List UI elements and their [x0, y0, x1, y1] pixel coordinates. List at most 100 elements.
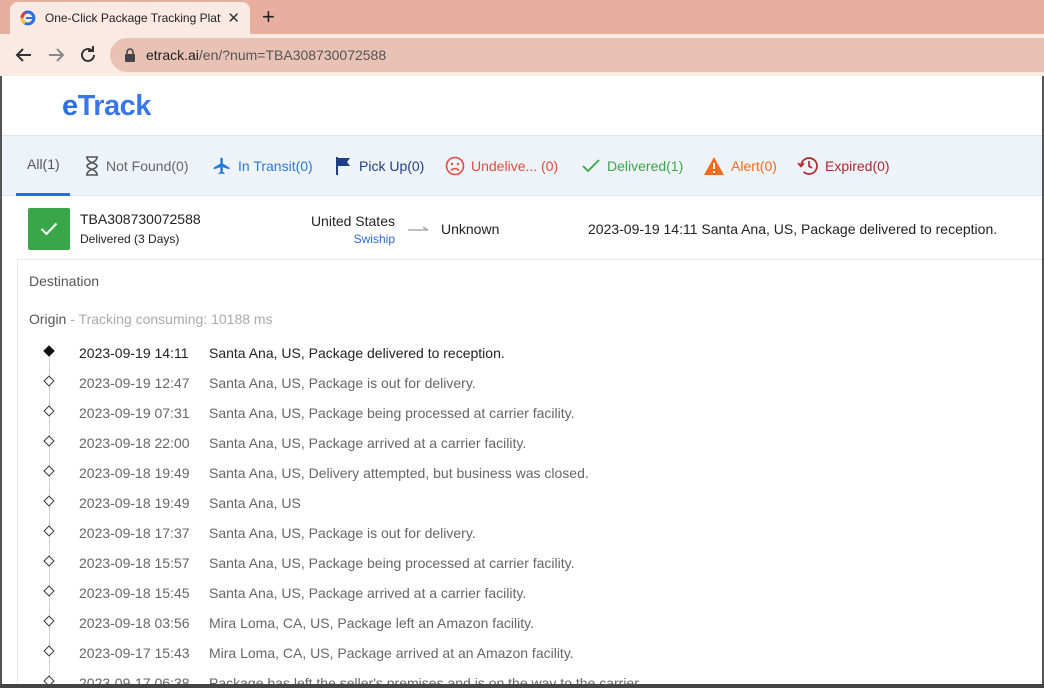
- history-icon: [797, 157, 818, 175]
- warning-icon: [704, 157, 724, 175]
- filter-alert-label: Alert(0): [731, 158, 777, 174]
- diamond-marker-icon: [43, 375, 55, 387]
- event-time: 2023-09-19 14:11: [79, 345, 189, 361]
- timeline-event: 2023-09-18 19:49 Santa Ana, US: [18, 488, 1018, 518]
- timeline-event: 2023-09-19 12:47 Santa Ana, US, Package …: [18, 368, 1018, 398]
- check-icon: [40, 222, 58, 236]
- event-time: 2023-09-18 19:49: [79, 465, 190, 481]
- url-text: etrack.ai/en/?num=TBA308730072588: [146, 47, 386, 63]
- browser-tab-bar: One-Click Package Tracking Platf ✕ +: [0, 0, 1044, 34]
- checkmark-icon: [582, 159, 600, 173]
- diamond-marker-icon: [43, 495, 55, 507]
- back-arrow-icon[interactable]: [12, 43, 36, 67]
- diamond-marker-icon: [43, 615, 55, 627]
- diamond-marker-icon: [43, 525, 55, 537]
- flag-icon: [336, 157, 350, 175]
- diamond-marker-icon: [43, 465, 55, 477]
- package-summary-row[interactable]: TBA308730072588 Delivered (3 Days) Unite…: [17, 196, 1042, 260]
- timeline-event: 2023-09-17 15:43 Mira Loma, CA, US, Pack…: [18, 638, 1018, 668]
- etrack-favicon-icon: [20, 10, 36, 26]
- origin-label: Origin: [29, 311, 67, 327]
- lock-icon: [125, 48, 135, 62]
- timeline-event: 2023-09-18 22:00 Santa Ana, US, Package …: [18, 428, 1018, 458]
- status-filter-bar: All(1) Not Found(0) In Transit(0) Pick U…: [2, 136, 1042, 196]
- origin-country: United States: [310, 213, 395, 229]
- event-time: 2023-09-19 07:31: [79, 405, 190, 421]
- filter-all-label: All(1): [27, 156, 60, 172]
- tracking-number[interactable]: TBA308730072588: [80, 211, 201, 227]
- sad-face-icon: [445, 156, 465, 176]
- event-description: Santa Ana, US: [209, 495, 301, 511]
- diamond-marker-icon: [43, 435, 55, 447]
- address-bar[interactable]: etrack.ai/en/?num=TBA308730072588: [110, 38, 1044, 72]
- browser-toolbar: etrack.ai/en/?num=TBA308730072588: [0, 34, 1044, 76]
- delivered-status-badge: [28, 208, 70, 250]
- carrier-link[interactable]: Swiship: [354, 232, 395, 246]
- tracking-consuming: - Tracking consuming: 10188 ms: [66, 311, 273, 327]
- filter-pick-up-label: Pick Up(0): [359, 158, 425, 174]
- route-arrow-icon: [408, 226, 429, 231]
- event-description: Santa Ana, US, Package is out for delive…: [209, 375, 476, 391]
- diamond-marker-icon: [43, 645, 55, 657]
- event-description: Santa Ana, US, Package being processed a…: [209, 405, 575, 421]
- event-description: Santa Ana, US, Package arrived at a carr…: [209, 585, 527, 601]
- filter-expired-label: Expired(0): [825, 158, 890, 174]
- event-description: Santa Ana, US, Package is out for delive…: [209, 525, 476, 541]
- filter-in-transit[interactable]: In Transit(0): [212, 156, 313, 176]
- forward-arrow-icon[interactable]: [44, 43, 68, 67]
- tracking-details: Destination Origin - Tracking consuming:…: [17, 260, 1042, 688]
- window-border-bottom: [0, 684, 1044, 688]
- hourglass-icon: [86, 156, 98, 176]
- event-description: Santa Ana, US, Package being processed a…: [209, 555, 575, 571]
- site-header: eTrack: [2, 76, 1042, 136]
- url-path: /en/?num=TBA308730072588: [198, 47, 387, 63]
- event-time: 2023-09-18 15:57: [79, 555, 190, 571]
- logo-track: Track: [77, 90, 152, 122]
- package-status: Delivered (3 Days): [80, 232, 180, 246]
- diamond-marker-icon: [43, 555, 55, 567]
- event-time: 2023-09-18 22:00: [79, 435, 190, 451]
- filter-alert[interactable]: Alert(0): [703, 156, 777, 176]
- timeline-event: 2023-09-18 15:45 Santa Ana, US, Package …: [18, 578, 1018, 608]
- event-description: Santa Ana, US, Package arrived at a carr…: [209, 435, 527, 451]
- event-description: Mira Loma, CA, US, Package arrived at an…: [209, 645, 574, 661]
- filter-all[interactable]: All(1): [27, 156, 60, 172]
- filter-expired[interactable]: Expired(0): [797, 156, 890, 176]
- close-tab-icon[interactable]: ✕: [227, 9, 240, 27]
- destination-country: Unknown: [441, 221, 500, 237]
- event-time: 2023-09-18 17:37: [79, 525, 190, 541]
- filter-delivered-label: Delivered(1): [607, 158, 684, 174]
- event-description: Santa Ana, US, Delivery attempted, but b…: [209, 465, 589, 481]
- event-time: 2023-09-18 03:56: [79, 615, 190, 631]
- filter-undelivered[interactable]: Undelive... (0): [445, 156, 558, 176]
- event-time: 2023-09-17 15:43: [79, 645, 190, 661]
- event-description: Mira Loma, CA, US, Package left an Amazo…: [209, 615, 534, 631]
- timeline-event: 2023-09-19 07:31 Santa Ana, US, Package …: [18, 398, 1018, 428]
- timeline-event: 2023-09-18 19:49 Santa Ana, US, Delivery…: [18, 458, 1018, 488]
- diamond-marker-icon: [43, 585, 55, 597]
- etrack-logo[interactable]: eTrack: [62, 90, 151, 123]
- filter-not-found[interactable]: Not Found(0): [84, 156, 188, 176]
- tab-title: One-Click Package Tracking Platf: [44, 11, 222, 25]
- origin-line: Origin - Tracking consuming: 10188 ms: [29, 311, 273, 327]
- timeline-event: 2023-09-18 17:37 Santa Ana, US, Package …: [18, 518, 1018, 548]
- timeline-event: 2023-09-18 03:56 Mira Loma, CA, US, Pack…: [18, 608, 1018, 638]
- event-description: Santa Ana, US, Package delivered to rece…: [209, 345, 505, 361]
- filter-undelivered-label: Undelive... (0): [471, 158, 559, 174]
- airplane-icon: [213, 157, 230, 175]
- latest-event: 2023-09-19 14:11 Santa Ana, US, Package …: [588, 221, 998, 237]
- url-host: etrack.ai: [146, 47, 199, 63]
- event-time: 2023-09-18 19:49: [79, 495, 190, 511]
- browser-tab[interactable]: One-Click Package Tracking Platf ✕: [10, 2, 250, 34]
- event-time: 2023-09-18 15:45: [79, 585, 190, 601]
- filter-not-found-label: Not Found(0): [106, 158, 189, 174]
- reload-icon[interactable]: [76, 43, 100, 67]
- timeline-event: 2023-09-19 14:11 Santa Ana, US, Package …: [18, 338, 1018, 368]
- filter-delivered[interactable]: Delivered(1): [581, 156, 683, 176]
- filter-pick-up[interactable]: Pick Up(0): [335, 156, 424, 176]
- diamond-marker-icon: [43, 345, 55, 357]
- event-time: 2023-09-19 12:47: [79, 375, 190, 391]
- timeline-event: 2023-09-18 15:57 Santa Ana, US, Package …: [18, 548, 1018, 578]
- new-tab-button[interactable]: +: [262, 4, 275, 30]
- destination-label: Destination: [29, 273, 100, 289]
